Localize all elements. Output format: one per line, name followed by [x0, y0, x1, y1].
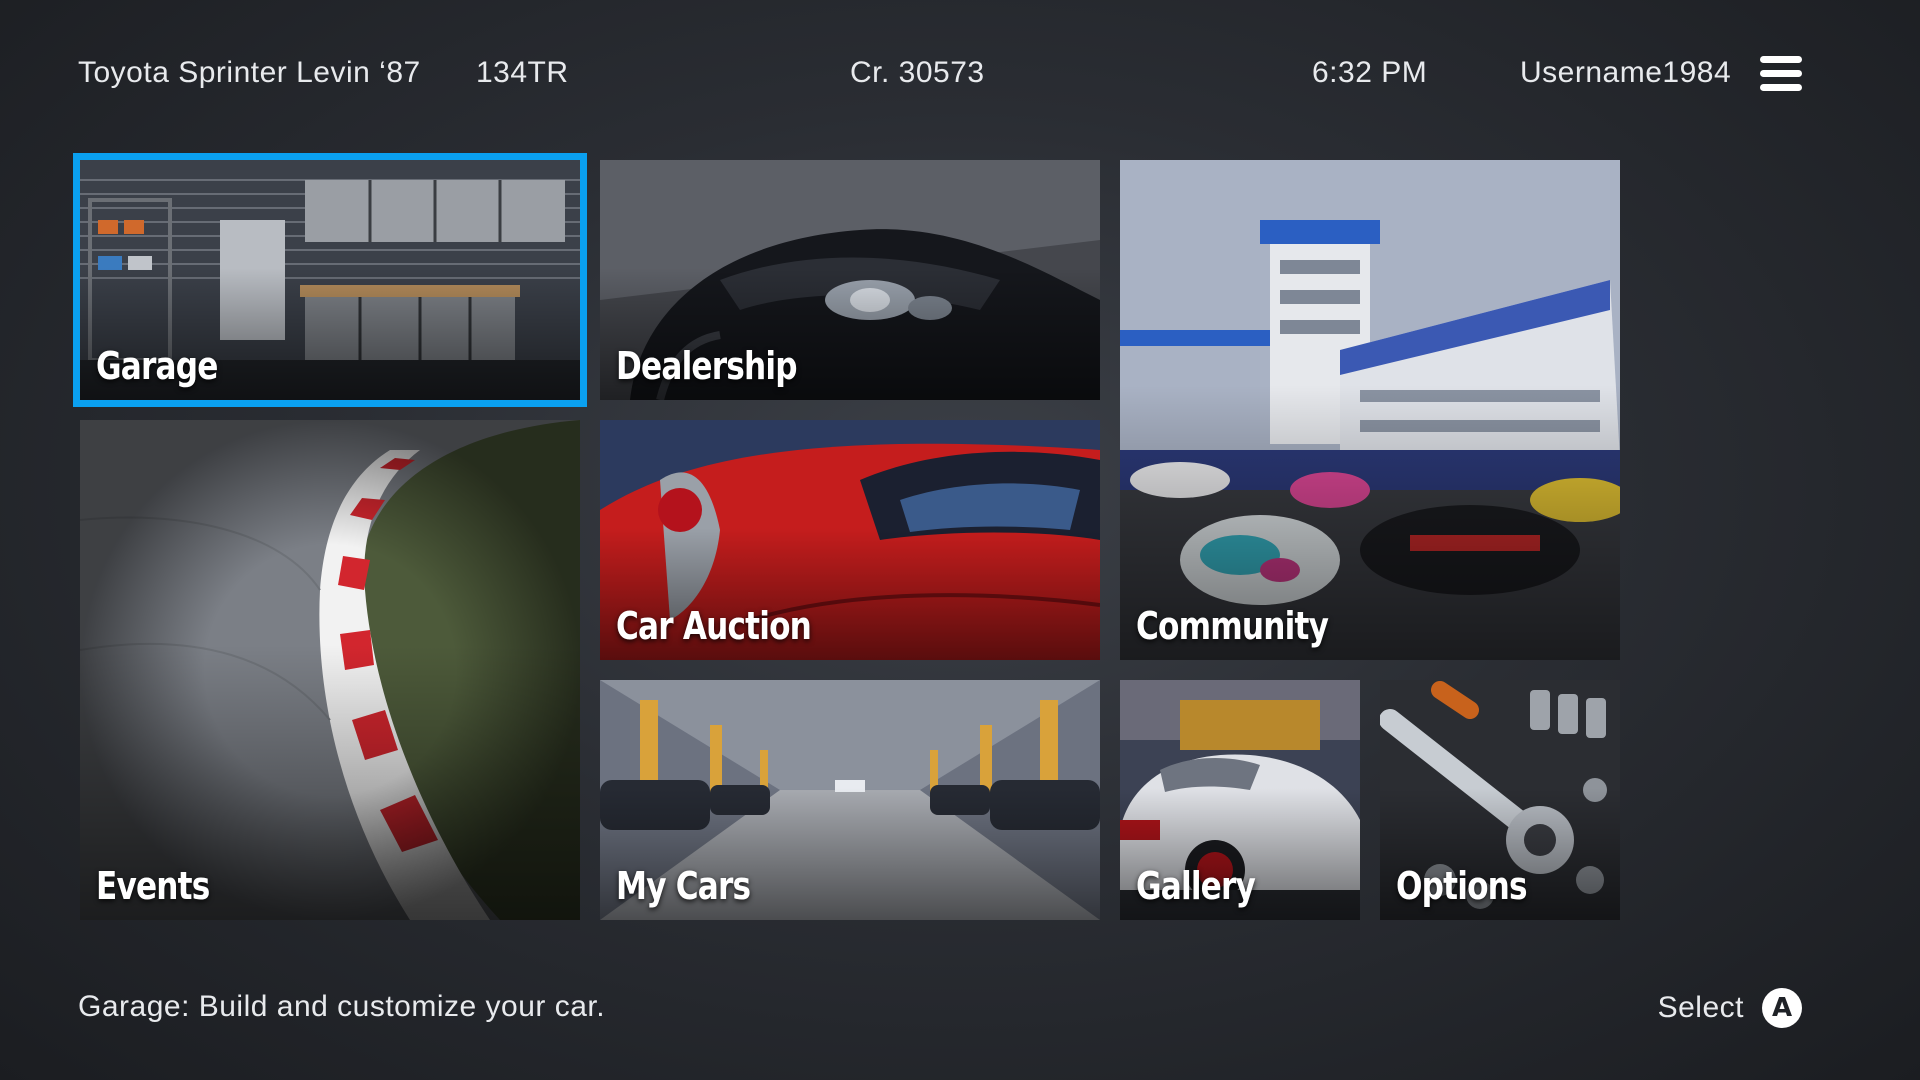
a-button-icon: A: [1762, 988, 1802, 1028]
tile-car-auction[interactable]: Car Auction: [600, 420, 1100, 660]
tile-my-cars[interactable]: My Cars: [600, 680, 1100, 920]
select-label: Select: [1657, 991, 1744, 1024]
main-menu-screen: Toyota Sprinter Levin ‘87 134TR Cr. 3057…: [0, 0, 1920, 1080]
tile-community[interactable]: Community: [1120, 160, 1620, 660]
tile-label: Car Auction: [616, 604, 812, 648]
tile-label: Events: [96, 864, 210, 908]
tile-label: Dealership: [616, 344, 798, 388]
tile-label: My Cars: [616, 864, 751, 908]
credits-balance: Cr. 30573: [850, 56, 985, 89]
tile-options[interactable]: Options: [1380, 680, 1620, 920]
current-car-performance: 134TR: [476, 56, 569, 89]
tile-label: Garage: [96, 344, 218, 388]
tile-dealership[interactable]: Dealership: [600, 160, 1100, 400]
tile-label: Gallery: [1136, 864, 1256, 908]
hamburger-menu-icon[interactable]: [1760, 56, 1802, 92]
current-car-name: Toyota Sprinter Levin ‘87: [78, 56, 421, 89]
selection-description: Garage: Build and customize your car.: [78, 990, 606, 1023]
clock: 6:32 PM: [1312, 56, 1428, 89]
select-prompt[interactable]: Select A: [1658, 988, 1802, 1028]
tile-events[interactable]: Events: [80, 420, 580, 920]
tile-label: Options: [1396, 864, 1528, 908]
tile-label: Community: [1136, 604, 1329, 648]
username: Username1984: [1520, 56, 1732, 89]
tile-gallery[interactable]: Gallery: [1120, 680, 1360, 920]
tile-garage[interactable]: Garage: [73, 153, 587, 407]
top-bar: Toyota Sprinter Levin ‘87 134TR Cr. 3057…: [78, 56, 1802, 96]
